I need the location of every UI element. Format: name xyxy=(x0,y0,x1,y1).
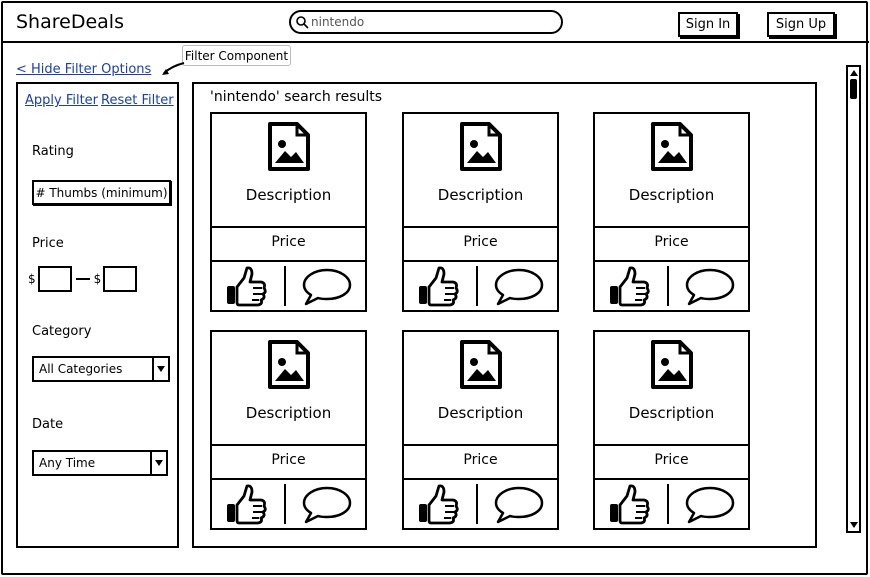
price-label: Price xyxy=(32,236,64,251)
card-action-divider xyxy=(284,266,286,306)
card-price: Price xyxy=(271,452,306,468)
category-select[interactable]: All Categories xyxy=(32,356,170,382)
card-description: Description xyxy=(628,186,715,204)
deal-card[interactable]: Description Price xyxy=(593,330,750,530)
card-divider xyxy=(212,226,365,228)
deal-card[interactable]: Description Price xyxy=(402,112,559,312)
search-input[interactable] xyxy=(311,13,551,31)
deal-card[interactable]: Description Price xyxy=(402,330,559,530)
header-divider xyxy=(1,41,869,43)
speech-bubble-icon[interactable] xyxy=(494,268,544,306)
card-price: Price xyxy=(463,452,498,468)
scroll-up-icon[interactable] xyxy=(849,68,859,78)
date-select[interactable]: Any Time xyxy=(32,450,168,476)
card-action-divider xyxy=(476,266,478,306)
currency-symbol-min: $ xyxy=(28,272,36,286)
apply-filter-link[interactable]: Apply Filter xyxy=(25,93,98,108)
deal-card[interactable]: Description Price xyxy=(210,330,367,530)
card-divider xyxy=(212,478,365,480)
hide-filter-options-link[interactable]: < Hide Filter Options xyxy=(16,62,151,77)
price-max-input[interactable] xyxy=(103,266,138,292)
image-placeholder-icon xyxy=(268,340,310,389)
card-action-divider xyxy=(284,484,286,524)
card-action-divider xyxy=(667,484,669,524)
search-results-panel: 'nintendo' search results Description Pr… xyxy=(192,82,817,548)
chevron-down-icon[interactable] xyxy=(152,358,168,380)
price-range-dash xyxy=(75,278,90,280)
card-divider xyxy=(404,444,557,446)
card-price: Price xyxy=(654,452,689,468)
search-bar[interactable] xyxy=(289,10,563,34)
category-label: Category xyxy=(32,324,92,339)
card-divider xyxy=(212,260,365,262)
speech-bubble-icon[interactable] xyxy=(302,268,352,306)
sign-in-button[interactable]: Sign In xyxy=(678,12,738,37)
image-placeholder-icon xyxy=(460,122,502,171)
reset-filter-link[interactable]: Reset Filter xyxy=(101,93,174,108)
date-select-value: Any Time xyxy=(39,456,96,470)
card-description: Description xyxy=(437,186,524,204)
card-price: Price xyxy=(654,234,689,250)
card-price: Price xyxy=(271,234,306,250)
card-divider xyxy=(595,478,748,480)
scrollbar-thumb[interactable] xyxy=(850,79,857,99)
thumbs-minimum-input[interactable]: # Thumbs (minimum) xyxy=(32,180,171,205)
card-action-divider xyxy=(667,266,669,306)
card-divider xyxy=(595,260,748,262)
results-title: 'nintendo' search results xyxy=(210,89,383,105)
search-icon xyxy=(296,16,309,29)
filter-component-callout: Filter Component xyxy=(182,45,291,66)
card-action-divider xyxy=(476,484,478,524)
price-min-input[interactable] xyxy=(37,266,72,292)
card-divider xyxy=(212,444,365,446)
speech-bubble-icon[interactable] xyxy=(494,486,544,524)
image-placeholder-icon xyxy=(268,122,310,171)
deal-card[interactable]: Description Price xyxy=(593,112,750,312)
scroll-down-icon[interactable] xyxy=(849,520,859,530)
card-price: Price xyxy=(463,234,498,250)
card-divider xyxy=(595,444,748,446)
sign-up-button[interactable]: Sign Up xyxy=(767,12,835,37)
card-divider xyxy=(404,478,557,480)
price-range: $ $ xyxy=(28,266,138,292)
speech-bubble-icon[interactable] xyxy=(302,486,352,524)
image-placeholder-icon xyxy=(651,340,693,389)
card-divider xyxy=(404,226,557,228)
thumbs-up-icon[interactable] xyxy=(607,482,651,526)
card-description: Description xyxy=(245,404,332,422)
thumbs-up-icon[interactable] xyxy=(416,264,460,308)
callout-arrow-icon xyxy=(162,62,185,75)
card-description: Description xyxy=(628,404,715,422)
image-placeholder-icon xyxy=(651,122,693,171)
currency-symbol-max: $ xyxy=(93,272,102,286)
vertical-scrollbar[interactable] xyxy=(846,65,861,533)
date-label: Date xyxy=(32,417,64,432)
thumbs-up-icon[interactable] xyxy=(607,264,651,308)
filter-panel: Apply Filter Reset Filter Rating # Thumb… xyxy=(16,82,179,548)
speech-bubble-icon[interactable] xyxy=(685,268,735,306)
thumbs-up-icon[interactable] xyxy=(224,264,268,308)
chevron-down-icon[interactable] xyxy=(150,452,166,474)
thumbs-up-icon[interactable] xyxy=(224,482,268,526)
speech-bubble-icon[interactable] xyxy=(685,486,735,524)
card-description: Description xyxy=(437,404,524,422)
image-placeholder-icon xyxy=(460,340,502,389)
card-divider xyxy=(404,260,557,262)
rating-label: Rating xyxy=(32,144,74,159)
card-divider xyxy=(595,226,748,228)
thumbs-up-icon[interactable] xyxy=(416,482,460,526)
category-select-value: All Categories xyxy=(39,362,123,376)
card-description: Description xyxy=(245,186,332,204)
deal-card[interactable]: Description Price xyxy=(210,112,367,312)
brand-logo[interactable]: ShareDeals xyxy=(16,11,124,33)
